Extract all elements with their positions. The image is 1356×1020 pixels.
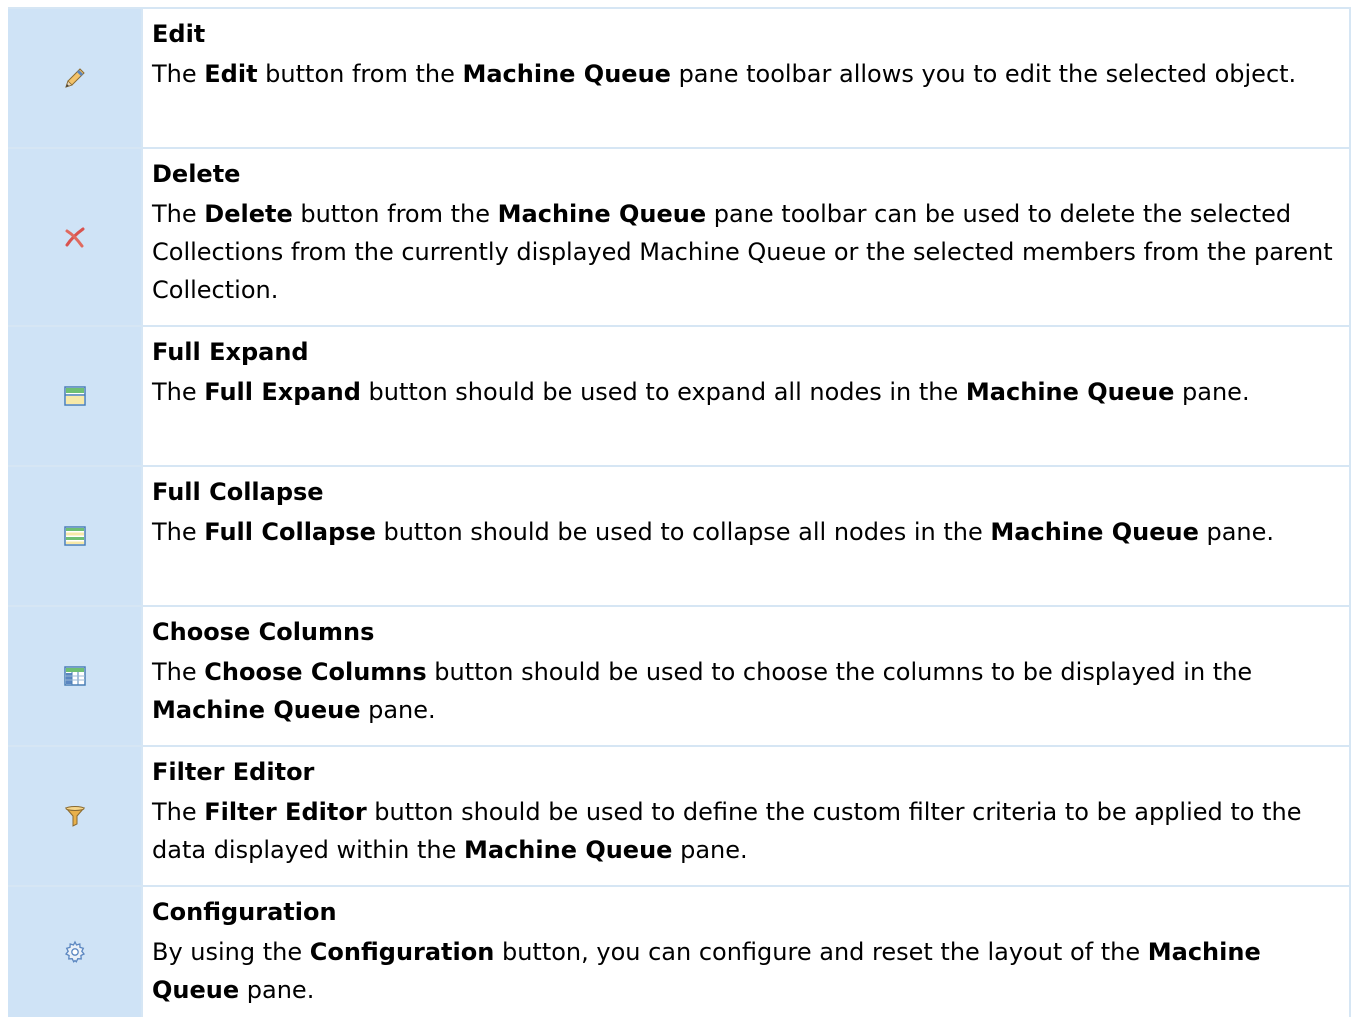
bold-term: Machine Queue [462,60,671,88]
bold-term: Edit [204,60,258,88]
row-title: Choose Columns [152,618,375,646]
icon-cell [8,607,143,745]
toolbar-buttons-table: Edit The Edit button from the Machine Qu… [8,7,1351,1017]
description-cell: Edit The Edit button from the Machine Qu… [143,9,1349,147]
filter-funnel-icon [63,804,87,828]
bold-term: Machine Queue [965,378,1175,406]
description-text: The [152,60,205,88]
description-text: By using the [152,938,310,966]
description-cell: Delete The Delete button from the Machin… [143,149,1349,325]
row-title: Full Expand [152,338,309,366]
icon-cell [8,887,143,1017]
table-row: Configuration By using the Configuration… [8,887,1349,1017]
row-title: Edit [152,20,206,48]
table-row: Delete The Delete button from the Machin… [8,149,1349,327]
bold-term: Machine Queue [152,696,361,724]
bold-term: Machine Queue [497,200,707,228]
icon-cell [8,149,143,325]
icon-cell [8,9,143,147]
description-text: button from the [292,200,498,228]
bold-term: Filter Editor [204,798,367,826]
row-description: By using the Configuration button, you c… [152,933,1341,1009]
full-expand-icon [63,384,87,408]
description-text: The [152,658,205,686]
row-description: The Choose Columns button should be used… [152,653,1341,729]
table-row: Filter Editor The Filter Editor button s… [8,747,1349,887]
description-text: pane. [239,976,315,1004]
row-description: The Full Expand button should be used to… [152,373,1341,411]
description-text: button from the [257,60,463,88]
description-cell: Configuration By using the Configuration… [143,887,1349,1017]
description-text: button, you can configure and reset the … [494,938,1148,966]
row-description: The Delete button from the Machine Queue… [152,195,1341,309]
icon-cell [8,747,143,885]
description-text: button should be used to choose the colu… [426,658,1253,686]
description-cell: Filter Editor The Filter Editor button s… [143,747,1349,885]
description-text: button should be used to expand all node… [360,378,966,406]
row-description: The Full Collapse button should be used … [152,513,1341,551]
table-row: Edit The Edit button from the Machine Qu… [8,9,1349,149]
description-text: pane. [1174,378,1250,406]
row-title: Filter Editor [152,758,315,786]
bold-term: Full Expand [204,378,361,406]
row-description: The Edit button from the Machine Queue p… [152,55,1341,93]
choose-columns-icon [63,664,87,688]
description-text: pane. [1198,518,1275,546]
row-description: The Filter Editor button should be used … [152,793,1341,869]
full-collapse-icon [63,524,87,548]
description-text: pane toolbar allows you to edit the sele… [670,60,1297,88]
table-row: Choose Columns The Choose Columns button… [8,607,1349,747]
description-text: The [152,200,205,228]
icon-cell [8,467,143,605]
description-text: The [152,518,205,546]
description-text: pane. [360,696,436,724]
description-cell: Full Collapse The Full Collapse button s… [143,467,1349,605]
pencil-icon [63,66,87,90]
configuration-gear-icon [63,940,87,964]
bold-term: Machine Queue [990,518,1199,546]
row-title: Delete [152,160,241,188]
table-row: Full Collapse The Full Collapse button s… [8,467,1349,607]
icon-cell [8,327,143,465]
description-text: pane. [672,836,748,864]
description-text: button should be used to collapse all no… [375,518,991,546]
description-cell: Full Expand The Full Expand button shoul… [143,327,1349,465]
bold-term: Machine Queue [463,836,673,864]
bold-term: Choose Columns [204,658,427,686]
description-text: The [152,798,205,826]
bold-term: Delete [204,200,293,228]
row-title: Full Collapse [152,478,324,506]
table-row: Full Expand The Full Expand button shoul… [8,327,1349,467]
bold-term: Full Collapse [204,518,376,546]
row-title: Configuration [152,898,337,926]
description-cell: Choose Columns The Choose Columns button… [143,607,1349,745]
delete-x-icon [63,225,87,249]
description-text: The [152,378,205,406]
bold-term: Configuration [309,938,495,966]
